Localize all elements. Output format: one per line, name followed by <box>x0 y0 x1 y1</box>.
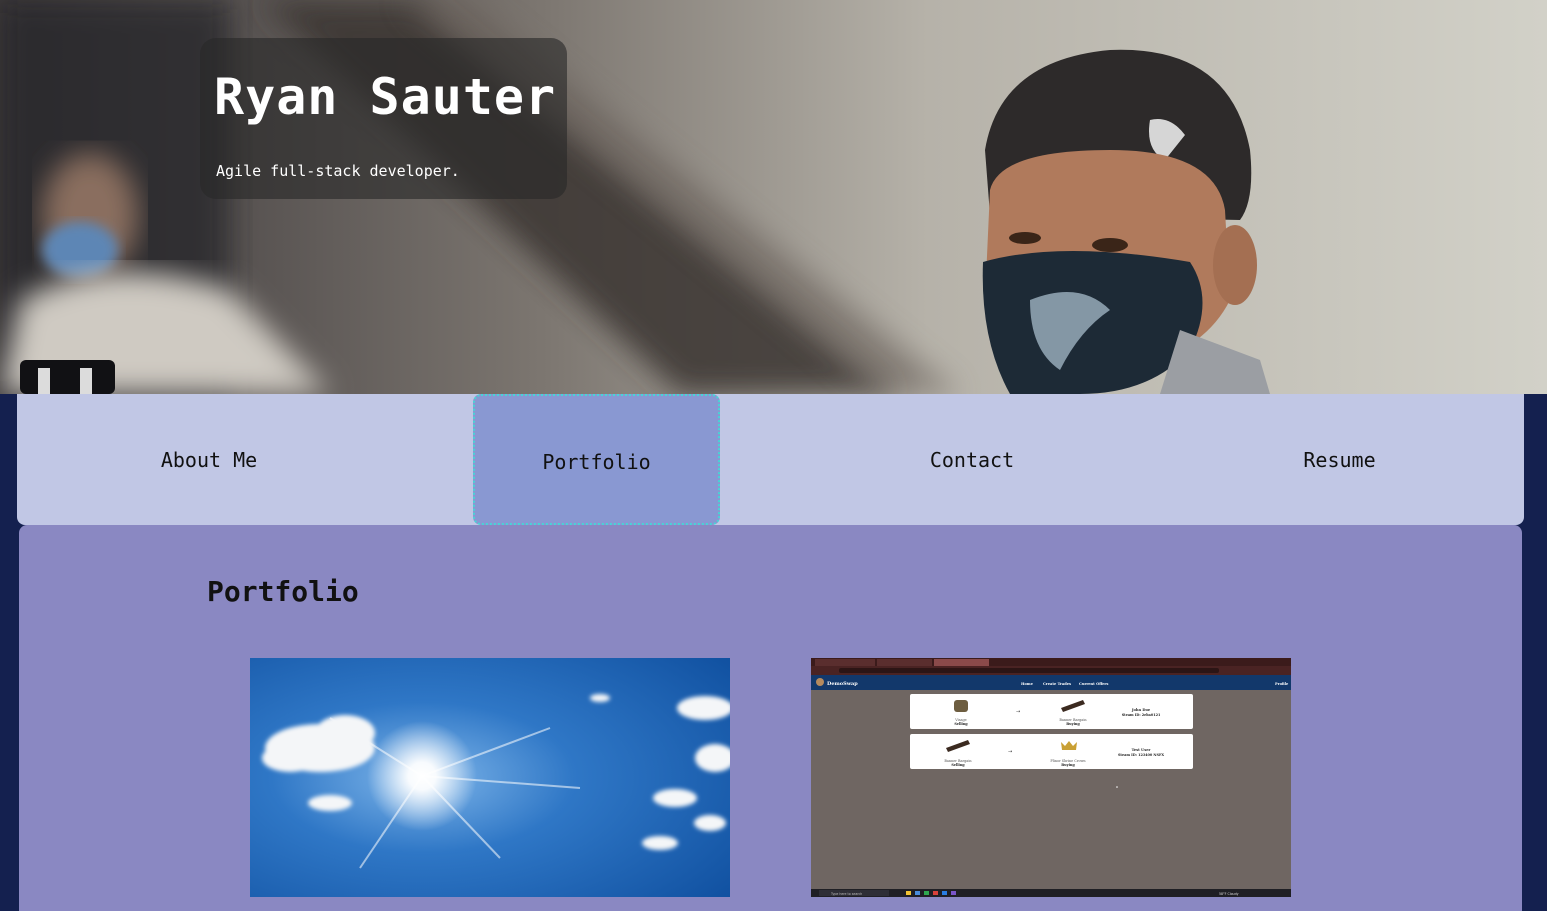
portfolio-section: Portfolio DemoSwap Home Create Trades Cu… <box>19 525 1522 911</box>
hero-banner: Ryan Sauter Agile full-stack developer. <box>0 0 1547 394</box>
screenshot-taskbar-search: Type here to search <box>830 892 862 896</box>
svg-text:→: → <box>1016 709 1020 715</box>
screenshot-nav-home: Home <box>1021 682 1034 686</box>
nav-item-contact[interactable]: Contact <box>867 394 1077 525</box>
screenshot-trade2-user-detail: Steam ID: 123400 NSFX <box>1118 753 1164 757</box>
nav-item-about-me[interactable]: About Me <box>17 394 401 525</box>
screenshot-trade2-want-status: Buying <box>1061 763 1075 767</box>
screenshot-nav-create: Create Trades <box>1043 682 1071 686</box>
screenshot-weather: 58°F Cloudy <box>1219 892 1239 896</box>
nav-item-portfolio[interactable]: Portfolio <box>473 394 720 525</box>
screenshot-trade2-user: Test User <box>1132 748 1151 752</box>
nav-item-resume[interactable]: Resume <box>1237 394 1442 525</box>
project-thumbnail-demoswap[interactable]: DemoSwap Home Create Trades Current Offe… <box>811 658 1291 897</box>
sunny-sky-image <box>250 658 730 897</box>
screenshot-brand: DemoSwap <box>827 681 858 687</box>
screenshot-nav-offers: Current Offers <box>1079 682 1108 686</box>
screenshot-nav-profile: Profile <box>1275 682 1289 686</box>
main-navigation: About Me Portfolio Contact Resume <box>17 394 1524 525</box>
site-tagline: Agile full-stack developer. <box>216 162 460 180</box>
screenshot-trade1-offer-status: Selling <box>954 722 968 726</box>
screenshot-trade2-offer-status: Selling <box>951 763 965 767</box>
screenshot-trade1-user: John Doe <box>1131 708 1151 712</box>
demoswap-app-screenshot: DemoSwap Home Create Trades Current Offe… <box>811 658 1291 897</box>
site-title: Ryan Sauter <box>214 68 557 126</box>
hero-title-panel: Ryan Sauter Agile full-stack developer. <box>200 38 567 199</box>
project-thumbnail-sky[interactable] <box>250 658 730 897</box>
screenshot-trade1-want-status: Buying <box>1066 722 1080 726</box>
svg-text:→: → <box>1008 749 1012 755</box>
section-title: Portfolio <box>207 575 359 608</box>
screenshot-trade1-user-detail: Steam ID: 2eba0121 <box>1122 713 1161 717</box>
